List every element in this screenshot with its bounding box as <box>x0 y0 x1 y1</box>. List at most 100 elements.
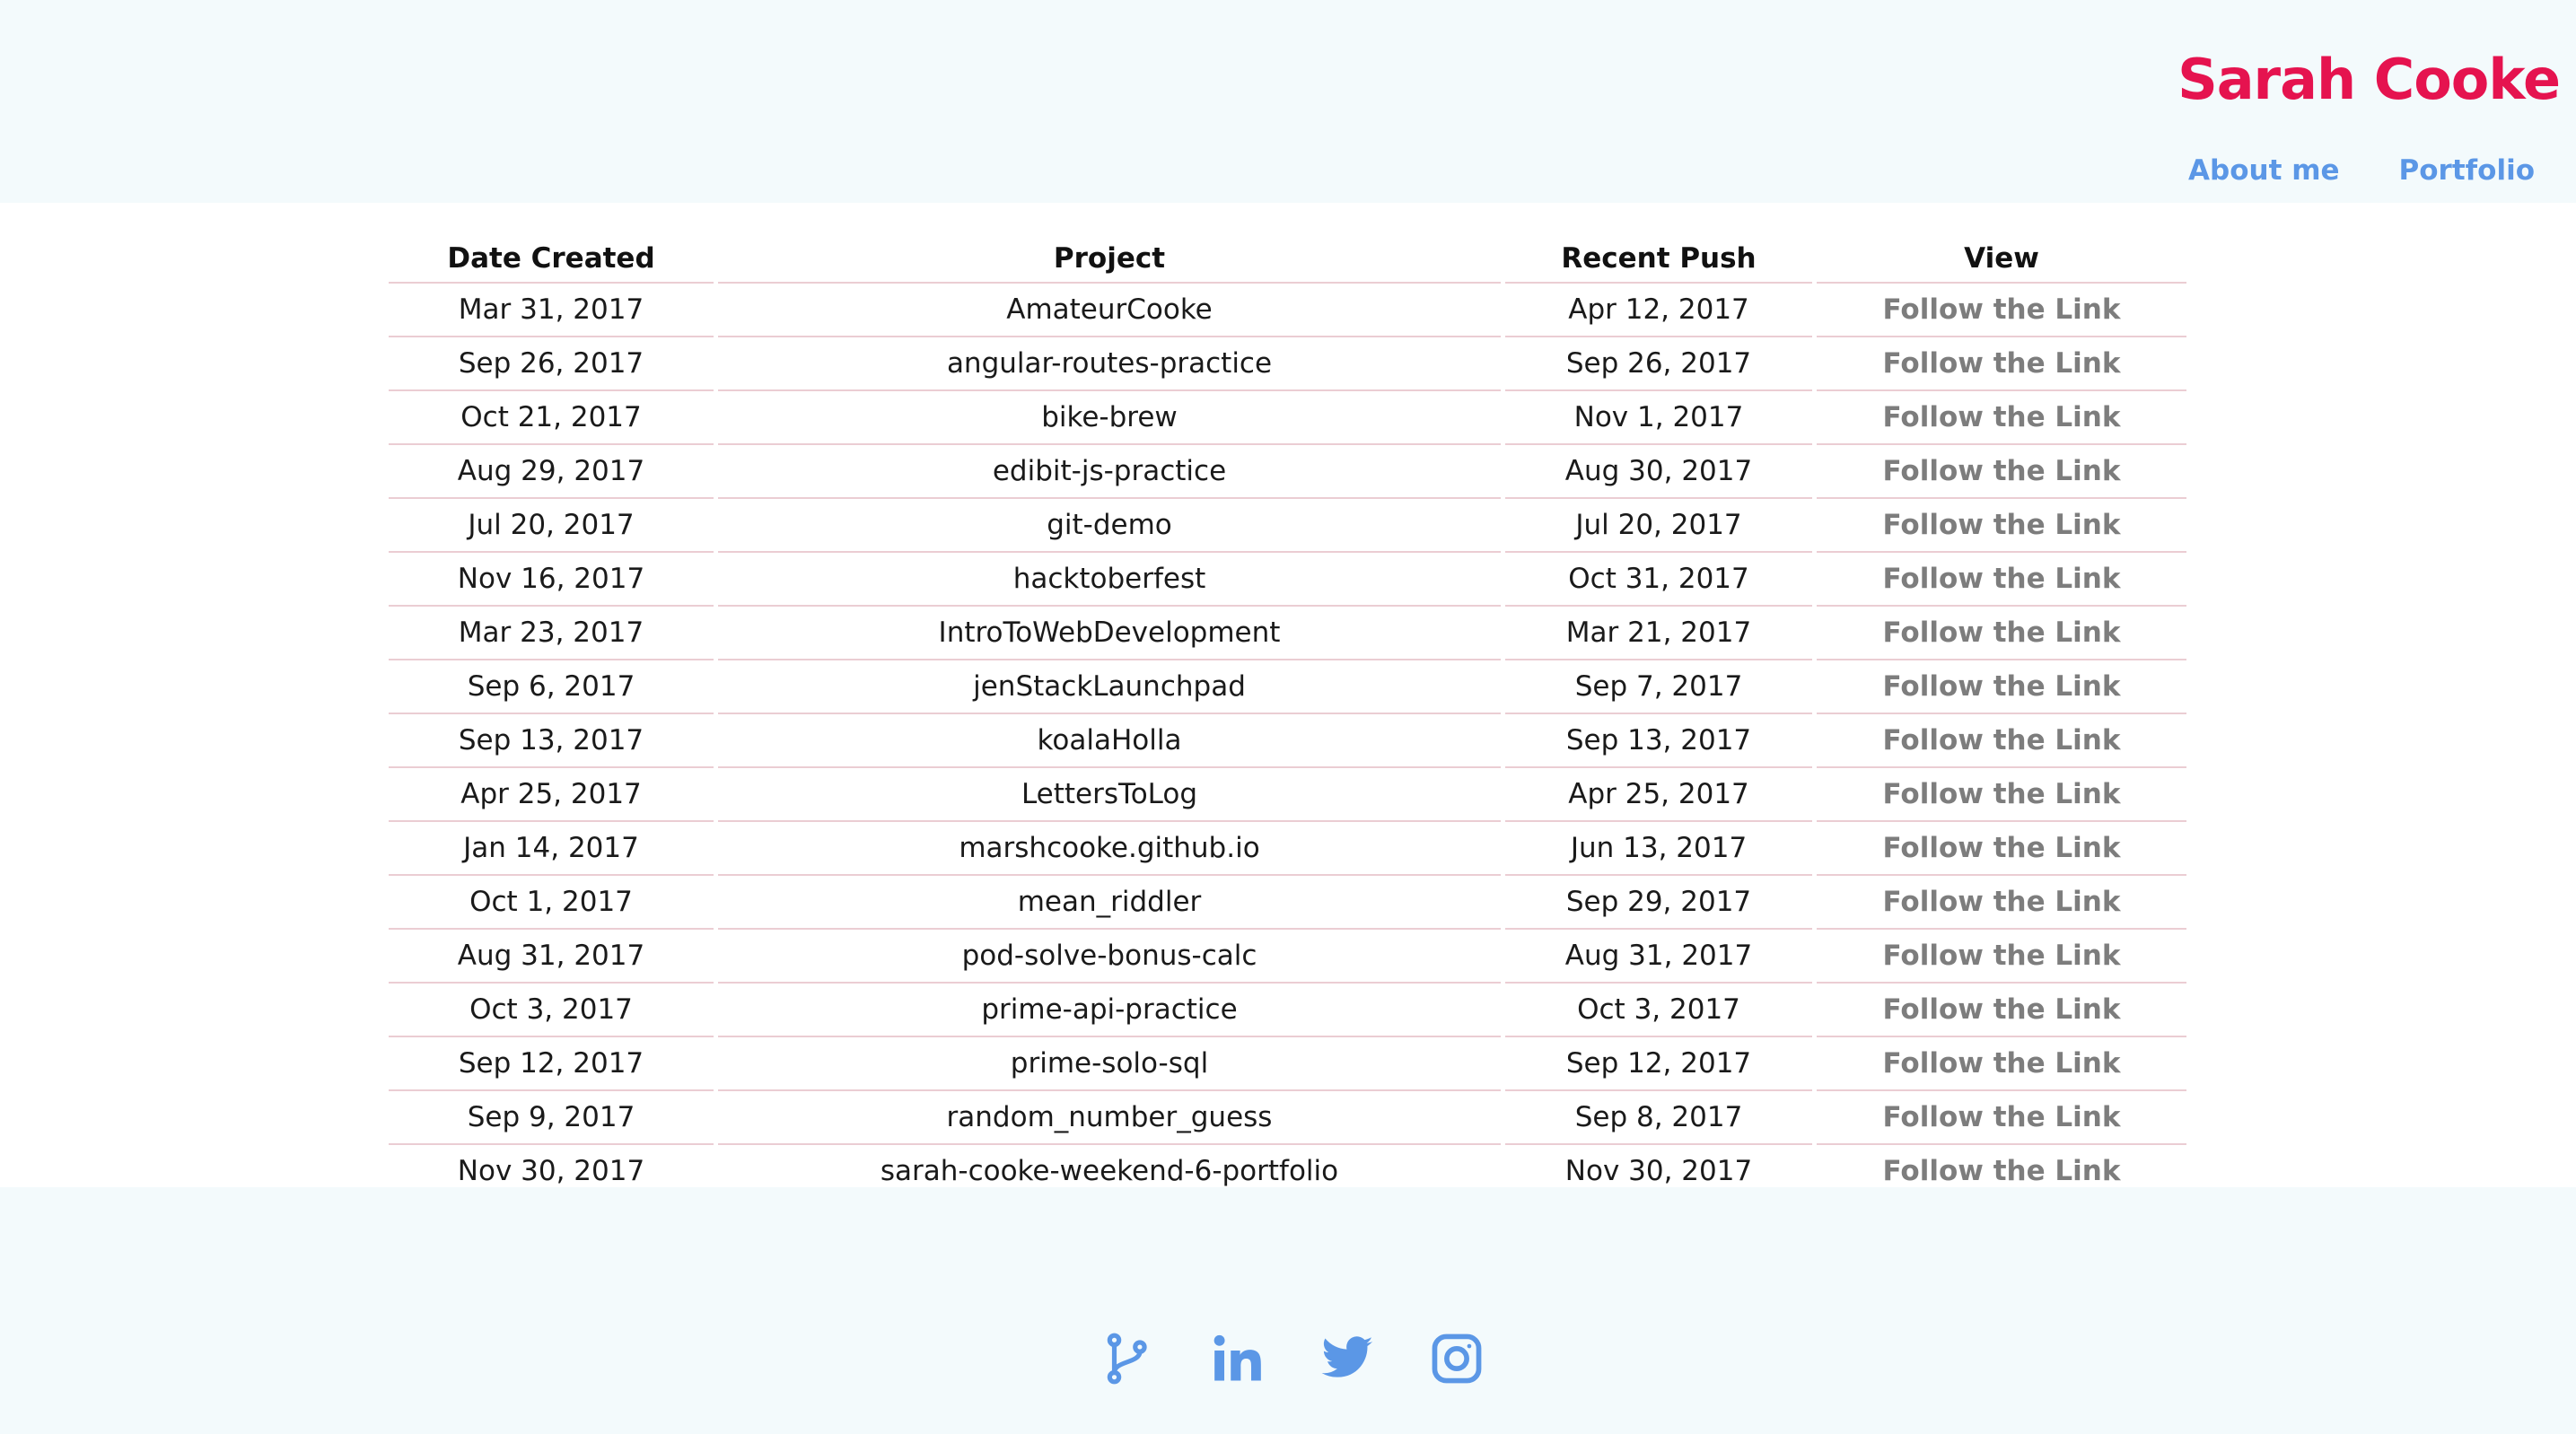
table-row: Mar 31, 2017 AmateurCooke Apr 12, 2017 Foll… <box>389 284 2186 337</box>
project-name-cell: AmateurCooke <box>718 284 1501 337</box>
table-row: Nov 30, 2017 sarah-cooke-weekend-6-portfo… <box>389 1145 2186 1187</box>
date-created-cell: Oct 21, 2017 <box>389 391 714 445</box>
follow-link[interactable]: Follow the Link <box>1817 391 2186 445</box>
recent-push-cell: Aug 30, 2017 <box>1505 445 1812 499</box>
recent-push-cell: Nov 30, 2017 <box>1505 1145 1812 1187</box>
project-name-cell: pod-solve-bonus-calc <box>718 930 1501 984</box>
table-row: Aug 31, 2017 pod-solve-bonus-calc Aug 31, … <box>389 930 2186 984</box>
recent-push-cell: Sep 8, 2017 <box>1505 1091 1812 1145</box>
recent-push-cell: Jul 20, 2017 <box>1505 499 1812 553</box>
column-header-date-created: Date Created <box>389 230 714 284</box>
main-content: Date Created Project Recent Push View Ma… <box>0 203 2576 1187</box>
table-row: Oct 1, 2017 mean_riddler Sep 29, 2017 Follo… <box>389 876 2186 930</box>
follow-link[interactable]: Follow the Link <box>1817 930 2186 984</box>
site-title[interactable]: Sarah Cooke <box>2177 47 2561 112</box>
date-created-cell: Nov 30, 2017 <box>389 1145 714 1187</box>
follow-link[interactable]: Follow the Link <box>1817 822 2186 876</box>
recent-push-cell: Oct 31, 2017 <box>1505 553 1812 607</box>
project-name-cell: IntroToWebDevelopment <box>718 607 1501 660</box>
date-created-cell: Sep 26, 2017 <box>389 337 714 391</box>
follow-link[interactable]: Follow the Link <box>1817 499 2186 553</box>
nav-about-me-link[interactable]: About me <box>2188 154 2340 187</box>
follow-link[interactable]: Follow the Link <box>1817 553 2186 607</box>
table-row: Mar 23, 2017 IntroToWebDevelopment Mar 21,… <box>389 607 2186 660</box>
date-created-cell: Mar 31, 2017 <box>389 284 714 337</box>
recent-push-cell: Apr 12, 2017 <box>1505 284 1812 337</box>
site-footer <box>0 1187 2576 1434</box>
follow-link[interactable]: Follow the Link <box>1817 984 2186 1037</box>
table-row: Sep 9, 2017 random_number_guess Sep 8, 201… <box>389 1091 2186 1145</box>
project-name-cell: bike-brew <box>718 391 1501 445</box>
project-name-cell: jenStackLaunchpad <box>718 660 1501 714</box>
project-name-cell: git-demo <box>718 499 1501 553</box>
table-row: Jan 14, 2017 marshcooke.github.io Jun 13, … <box>389 822 2186 876</box>
date-created-cell: Oct 1, 2017 <box>389 876 714 930</box>
recent-push-cell: Sep 26, 2017 <box>1505 337 1812 391</box>
follow-link[interactable]: Follow the Link <box>1817 1145 2186 1187</box>
recent-push-cell: Nov 1, 2017 <box>1505 391 1812 445</box>
project-name-cell: edibit-js-practice <box>718 445 1501 499</box>
table-row: Sep 6, 2017 jenStackLaunchpad Sep 7, 2017 F… <box>389 660 2186 714</box>
project-name-cell: koalaHolla <box>718 714 1501 768</box>
follow-link[interactable]: Follow the Link <box>1817 714 2186 768</box>
social-links <box>1100 1331 1485 1386</box>
follow-link[interactable]: Follow the Link <box>1817 284 2186 337</box>
project-name-cell: hacktoberfest <box>718 553 1501 607</box>
follow-link[interactable]: Follow the Link <box>1817 337 2186 391</box>
table-row: Oct 21, 2017 bike-brew Nov 1, 2017 Follow t… <box>389 391 2186 445</box>
column-header-view: View <box>1817 230 2186 284</box>
column-header-project: Project <box>718 230 1501 284</box>
project-name-cell: prime-solo-sql <box>718 1037 1501 1091</box>
recent-push-cell: Mar 21, 2017 <box>1505 607 1812 660</box>
project-name-cell: LettersToLog <box>718 768 1501 822</box>
main-nav: About me Portfolio <box>2188 154 2535 187</box>
table-row: Nov 16, 2017 hacktoberfest Oct 31, 2017 Fol… <box>389 553 2186 607</box>
recent-push-cell: Sep 29, 2017 <box>1505 876 1812 930</box>
site-header: Sarah Cooke About me Portfolio <box>0 0 2576 203</box>
instagram-icon[interactable] <box>1429 1331 1485 1386</box>
date-created-cell: Oct 3, 2017 <box>389 984 714 1037</box>
follow-link[interactable]: Follow the Link <box>1817 607 2186 660</box>
date-created-cell: Apr 25, 2017 <box>389 768 714 822</box>
date-created-cell: Mar 23, 2017 <box>389 607 714 660</box>
project-name-cell: random_number_guess <box>718 1091 1501 1145</box>
recent-push-cell: Sep 7, 2017 <box>1505 660 1812 714</box>
column-header-recent-push: Recent Push <box>1505 230 1812 284</box>
table-body: Mar 31, 2017 AmateurCooke Apr 12, 2017 Foll… <box>389 284 2186 1187</box>
projects-table: Date Created Project Recent Push View Ma… <box>384 230 2191 1187</box>
table-header-row: Date Created Project Recent Push View <box>389 230 2186 284</box>
date-created-cell: Sep 13, 2017 <box>389 714 714 768</box>
date-created-cell: Jan 14, 2017 <box>389 822 714 876</box>
follow-link[interactable]: Follow the Link <box>1817 768 2186 822</box>
table-row: Aug 29, 2017 edibit-js-practice Aug 30, 20… <box>389 445 2186 499</box>
follow-link[interactable]: Follow the Link <box>1817 876 2186 930</box>
linkedin-icon[interactable] <box>1210 1331 1266 1386</box>
recent-push-cell: Jun 13, 2017 <box>1505 822 1812 876</box>
date-created-cell: Sep 12, 2017 <box>389 1037 714 1091</box>
recent-push-cell: Sep 12, 2017 <box>1505 1037 1812 1091</box>
table-row: Sep 13, 2017 koalaHolla Sep 13, 2017 Follow… <box>389 714 2186 768</box>
recent-push-cell: Apr 25, 2017 <box>1505 768 1812 822</box>
follow-link[interactable]: Follow the Link <box>1817 1037 2186 1091</box>
date-created-cell: Aug 29, 2017 <box>389 445 714 499</box>
project-name-cell: marshcooke.github.io <box>718 822 1501 876</box>
recent-push-cell: Oct 3, 2017 <box>1505 984 1812 1037</box>
date-created-cell: Nov 16, 2017 <box>389 553 714 607</box>
date-created-cell: Sep 9, 2017 <box>389 1091 714 1145</box>
nav-portfolio-link[interactable]: Portfolio <box>2399 154 2535 187</box>
project-name-cell: sarah-cooke-weekend-6-portfolio <box>718 1145 1501 1187</box>
follow-link[interactable]: Follow the Link <box>1817 445 2186 499</box>
follow-link[interactable]: Follow the Link <box>1817 660 2186 714</box>
date-created-cell: Jul 20, 2017 <box>389 499 714 553</box>
git-branch-icon[interactable] <box>1100 1331 1156 1386</box>
project-name-cell: prime-api-practice <box>718 984 1501 1037</box>
project-name-cell: mean_riddler <box>718 876 1501 930</box>
table-row: Oct 3, 2017 prime-api-practice Oct 3, 2017… <box>389 984 2186 1037</box>
follow-link[interactable]: Follow the Link <box>1817 1091 2186 1145</box>
table-row: Apr 25, 2017 LettersToLog Apr 25, 2017 Foll… <box>389 768 2186 822</box>
table-row: Jul 20, 2017 git-demo Jul 20, 2017 Follow t… <box>389 499 2186 553</box>
date-created-cell: Sep 6, 2017 <box>389 660 714 714</box>
table-row: Sep 26, 2017 angular-routes-practice Sep 2… <box>389 337 2186 391</box>
date-created-cell: Aug 31, 2017 <box>389 930 714 984</box>
twitter-icon[interactable] <box>1319 1331 1375 1386</box>
